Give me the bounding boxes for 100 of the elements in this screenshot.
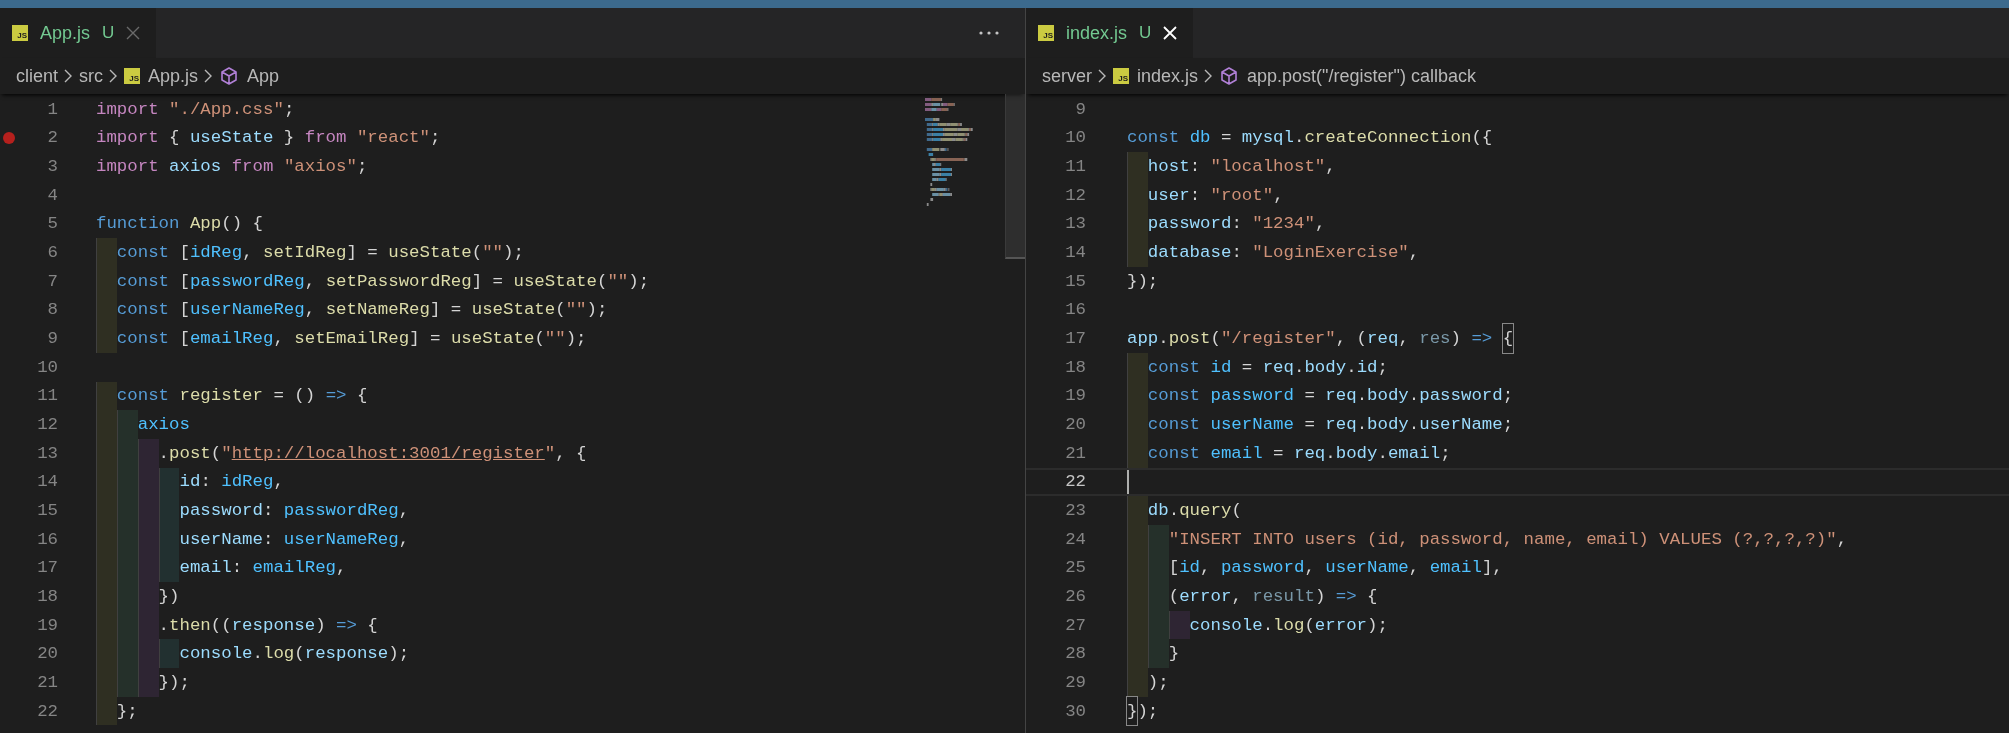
chevron-icon xyxy=(1204,69,1214,83)
breadcrumb-item[interactable]: App xyxy=(247,65,280,87)
code-token: . xyxy=(1262,614,1274,637)
code-token: = () xyxy=(272,385,317,408)
line-number: 3 xyxy=(46,157,58,177)
code-token: ( xyxy=(555,299,566,322)
scrollbar-thumb[interactable] xyxy=(1005,94,1025,259)
code-token: (( xyxy=(210,614,232,637)
line-number: 4 xyxy=(46,185,58,205)
code-token: ( xyxy=(534,328,545,351)
code-token: , xyxy=(1273,184,1284,207)
code-token: const xyxy=(1146,356,1202,379)
code-token: db xyxy=(1189,127,1211,150)
code-token: setEmailReg xyxy=(294,328,410,351)
code-token: ], xyxy=(1481,557,1503,580)
code-token: , { xyxy=(555,442,587,465)
code-token: id xyxy=(178,471,201,494)
line-number: 16 xyxy=(1064,300,1086,320)
editor-tab[interactable]: JS index.js U xyxy=(1026,8,1194,58)
code-token: id xyxy=(1210,356,1232,379)
code-token: function xyxy=(96,213,181,236)
code-token: "INSERT INTO users (id, password, name, email) VALUES (?,?,?,?)" xyxy=(1167,528,1837,551)
breadcrumb-item[interactable]: index.js xyxy=(1137,65,1199,87)
code-token: log xyxy=(1273,614,1305,637)
code-token: idReg xyxy=(221,471,274,494)
code-token: const xyxy=(115,242,171,265)
code-token: body xyxy=(1304,356,1347,379)
code-token: password xyxy=(1419,385,1503,408)
code-token: ); xyxy=(1367,614,1388,637)
breadcrumb-item[interactable]: client xyxy=(16,65,59,87)
line-number: 23 xyxy=(1064,501,1086,520)
code-token: { xyxy=(169,127,181,150)
code-token: password xyxy=(1146,213,1232,236)
code-token: = xyxy=(1219,127,1233,150)
code-token: const xyxy=(115,299,171,322)
code-token: "localhost" xyxy=(1210,156,1326,179)
code-token: , xyxy=(1314,213,1326,236)
breadcrumb-item[interactable]: src xyxy=(79,65,104,87)
code-token: . xyxy=(1356,414,1368,437)
code-token: axios xyxy=(169,156,223,179)
breakpoint-icon[interactable] xyxy=(3,132,15,144)
code-token: , xyxy=(1836,528,1848,551)
code-token: , xyxy=(304,270,317,293)
code-token: "root" xyxy=(1210,184,1274,207)
code-token: , xyxy=(1408,242,1420,265)
code-token: . xyxy=(157,442,170,465)
ellipsis-icon xyxy=(979,31,999,35)
line-number: 27 xyxy=(1064,615,1086,635)
code-token: password xyxy=(1220,557,1305,580)
code-token: [ xyxy=(1167,557,1180,580)
code-token: { xyxy=(355,385,368,408)
code-token: userName xyxy=(1419,414,1503,437)
code-token: }); xyxy=(1127,270,1159,293)
code-token: "" xyxy=(565,299,587,322)
editor-tab[interactable]: JS App.js U xyxy=(0,8,157,58)
line-number: 30 xyxy=(1064,701,1086,721)
line-number: 7 xyxy=(46,271,58,291)
code-link[interactable]: http://localhost:3001/register xyxy=(231,438,545,468)
code-token: email xyxy=(1387,442,1441,465)
code-token: . xyxy=(1294,356,1305,379)
js-file-icon: JS xyxy=(1038,25,1054,41)
code-token: email xyxy=(1210,442,1263,465)
code-token: ) xyxy=(1450,328,1462,351)
code-token: useState xyxy=(513,270,597,293)
code-token: useState xyxy=(189,127,274,150)
code-token: : xyxy=(1189,156,1202,179)
code-token: register xyxy=(179,385,263,408)
code-token: ( xyxy=(597,270,608,293)
code-token: const xyxy=(1146,414,1202,437)
code-token: ); xyxy=(628,270,650,293)
code-token: axios xyxy=(136,414,190,437)
code-token: , xyxy=(273,328,285,351)
breadcrumb-item[interactable]: server xyxy=(1042,65,1092,87)
line-number: 2 xyxy=(46,128,58,148)
code-token: . xyxy=(1408,385,1420,408)
line-number: 20 xyxy=(1064,415,1086,435)
code-token: , xyxy=(398,528,410,551)
code-token: error xyxy=(1314,614,1368,637)
breadcrumb-item[interactable]: app.post("/register") callback xyxy=(1247,65,1476,87)
code-token: log xyxy=(263,643,295,666)
code-token: => xyxy=(325,385,347,408)
line-number: 6 xyxy=(46,243,58,263)
code-token: . xyxy=(1158,328,1169,351)
line-number: 9 xyxy=(1074,99,1086,119)
code-token: => xyxy=(1335,586,1357,608)
breadcrumb-item[interactable]: App.js xyxy=(148,65,199,87)
code-token: userName xyxy=(1325,557,1409,580)
code-token: ); xyxy=(388,643,410,666)
code-token: app xyxy=(1127,328,1159,351)
code-token: const xyxy=(1146,385,1202,408)
line-number: 29 xyxy=(1064,672,1086,692)
code-token: "" xyxy=(482,242,504,265)
code-token: database xyxy=(1146,242,1232,265)
code-token: [ xyxy=(179,242,190,265)
code-token: passwordReg xyxy=(189,270,305,293)
code-token: [ xyxy=(179,328,190,351)
code-token: req xyxy=(1367,328,1399,351)
code-token: ; xyxy=(1502,414,1514,437)
code-token: { xyxy=(366,614,378,637)
code-token: "./App.css" xyxy=(169,98,284,121)
